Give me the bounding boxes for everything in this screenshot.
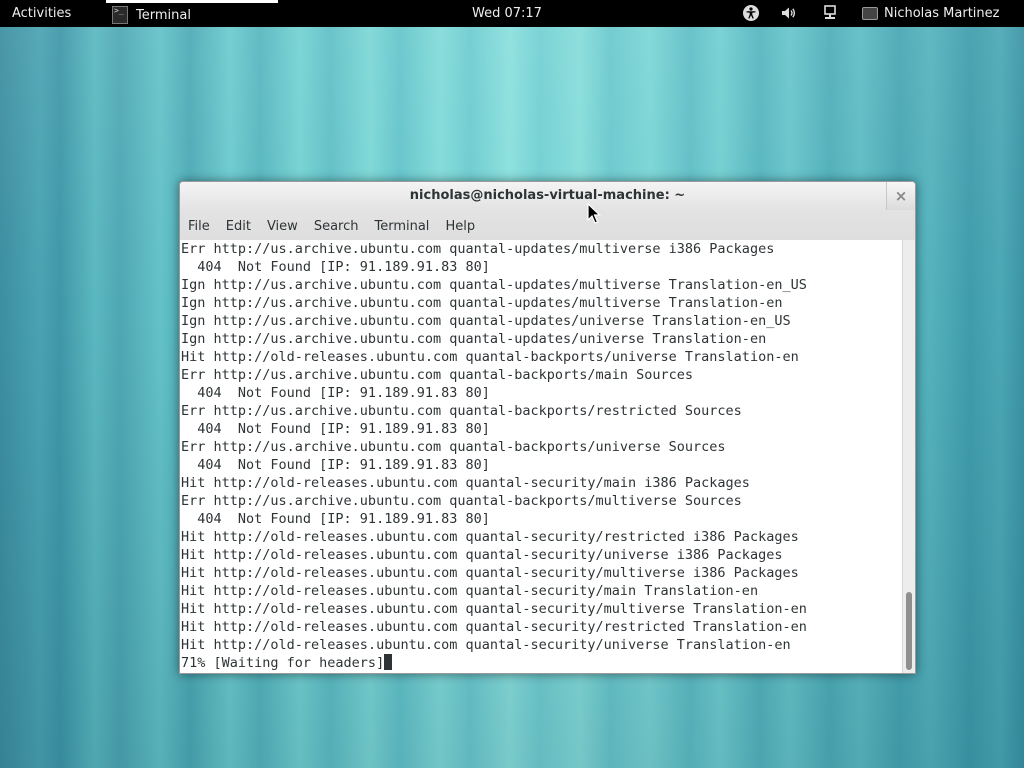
terminal-line: Ign http://us.archive.ubuntu.com quantal… [181,277,807,293]
network-icon[interactable] [821,4,839,22]
progress-text: 71% [Waiting for headers] [181,655,385,671]
menu-file[interactable]: File [188,217,210,234]
menu-view[interactable]: View [267,217,298,234]
terminal-line: Hit http://old-releases.ubuntu.com quant… [181,529,799,545]
terminal-prompt-line: 71% [Waiting for headers] [181,654,902,672]
terminal-line: 404 Not Found [IP: 91.189.91.83 80] [181,385,490,401]
terminal-cursor [384,654,393,670]
terminal-line: Hit http://old-releases.ubuntu.com quant… [181,619,807,635]
terminal-line: 404 Not Found [IP: 91.189.91.83 80] [181,511,490,527]
terminal-window: nicholas@nicholas-virtual-machine: ~ × F… [179,181,916,674]
terminal-line: Hit http://old-releases.ubuntu.com quant… [181,547,783,563]
terminal-line: Hit http://old-releases.ubuntu.com quant… [181,583,759,599]
terminal-line: 404 Not Found [IP: 91.189.91.83 80] [181,457,490,473]
activities-button[interactable]: Activities [12,6,71,21]
top-panel: Activities >_ Terminal Wed 07:17 Nichola… [0,0,1024,27]
terminal-line: Ign http://us.archive.ubuntu.com quantal… [181,313,791,329]
terminal-line: Err http://us.archive.ubuntu.com quantal… [181,403,742,419]
user-menu-button[interactable]: Nicholas Martinez [862,6,999,21]
menu-help[interactable]: Help [445,217,475,234]
terminal-line: 404 Not Found [IP: 91.189.91.83 80] [181,421,490,437]
terminal-line: Err http://us.archive.ubuntu.com quantal… [181,493,742,509]
window-title: nicholas@nicholas-virtual-machine: ~ [409,188,686,203]
terminal-line: Hit http://old-releases.ubuntu.com quant… [181,601,807,617]
terminal-line: Ign http://us.archive.ubuntu.com quantal… [181,331,767,347]
terminal-scrollbar[interactable] [902,240,915,673]
terminal-line: Hit http://old-releases.ubuntu.com quant… [181,565,799,581]
terminal-app-icon: >_ [112,6,128,24]
close-button[interactable]: × [886,182,915,210]
volume-icon[interactable] [780,4,798,22]
chat-status-icon [862,7,878,20]
terminal-line: 404 Not Found [IP: 91.189.91.83 80] [181,259,490,275]
terminal-line: Err http://us.archive.ubuntu.com quantal… [181,439,726,455]
window-titlebar[interactable]: nicholas@nicholas-virtual-machine: ~ × [180,182,915,210]
terminal-line: Err http://us.archive.ubuntu.com quantal… [181,241,775,257]
accessibility-icon[interactable] [742,4,760,22]
user-name-label: Nicholas Martinez [884,6,1000,21]
app-menu-button[interactable]: >_ Terminal [106,0,278,27]
scrollbar-thumb[interactable] [906,592,912,670]
clock-button[interactable]: Wed 07:17 [472,6,542,21]
terminal-output[interactable]: Err http://us.archive.ubuntu.com quantal… [180,240,902,673]
menu-search[interactable]: Search [314,217,359,234]
terminal-line: Err http://us.archive.ubuntu.com quantal… [181,367,694,383]
terminal-line: Hit http://old-releases.ubuntu.com quant… [181,475,750,491]
menu-terminal[interactable]: Terminal [374,217,429,234]
close-icon: × [894,187,908,205]
menu-bar: File Edit View Search Terminal Help [180,210,915,241]
terminal-line: Ign http://us.archive.ubuntu.com quantal… [181,295,783,311]
terminal-line: Hit http://old-releases.ubuntu.com quant… [181,637,791,653]
terminal-line: Hit http://old-releases.ubuntu.com quant… [181,349,799,365]
app-menu-label: Terminal [136,7,191,23]
menu-edit[interactable]: Edit [226,217,251,234]
